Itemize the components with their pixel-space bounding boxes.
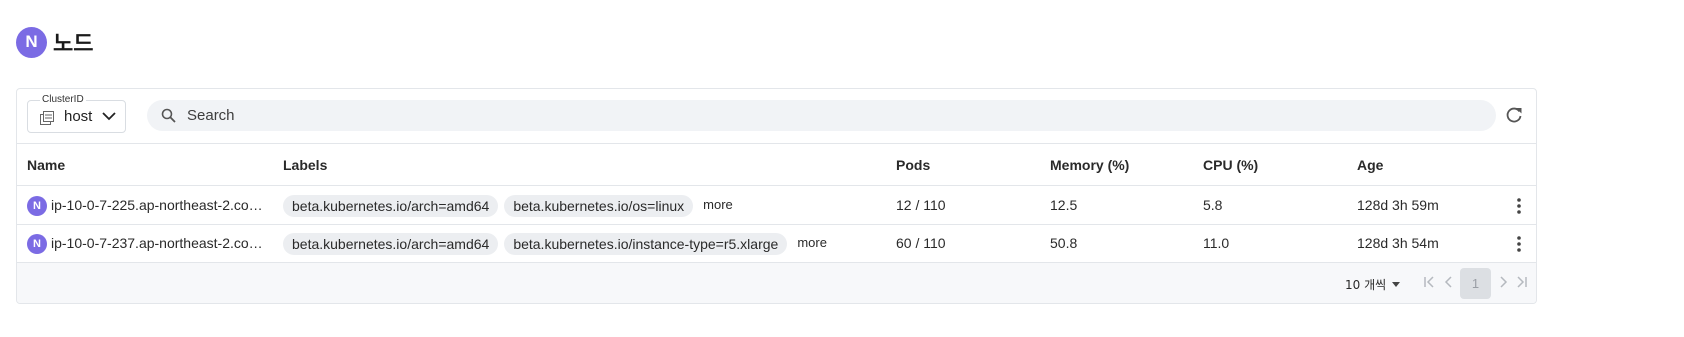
first-page-icon[interactable] bbox=[1423, 275, 1437, 289]
current-page-button[interactable]: 1 bbox=[1460, 268, 1491, 299]
cpu-value: 5.8 bbox=[1203, 197, 1223, 213]
search-icon bbox=[161, 108, 176, 123]
page-header: N 노드 bbox=[16, 26, 93, 58]
column-name[interactable]: Name bbox=[27, 157, 65, 173]
table-row[interactable]: N ip-10-0-7-225.ap-northeast-2.compute.i… bbox=[17, 187, 1536, 225]
age-value: 128d 3h 59m bbox=[1357, 197, 1439, 213]
column-age[interactable]: Age bbox=[1357, 157, 1383, 173]
cpu-value: 11.0 bbox=[1203, 235, 1230, 251]
refresh-icon[interactable] bbox=[1504, 105, 1524, 125]
chevron-down-icon bbox=[102, 112, 116, 121]
search-box bbox=[147, 100, 1496, 131]
column-pods[interactable]: Pods bbox=[896, 157, 930, 173]
column-labels[interactable]: Labels bbox=[283, 157, 327, 173]
more-vert-icon[interactable] bbox=[1511, 196, 1527, 216]
last-page-icon[interactable] bbox=[1514, 275, 1528, 289]
label-chip: beta.kubernetes.io/os=linux bbox=[504, 195, 694, 217]
rows-per-page-select[interactable]: 10 개씩 bbox=[1345, 276, 1401, 293]
pagination-bar: 10 개씩 1 bbox=[17, 263, 1536, 303]
column-memory[interactable]: Memory (%) bbox=[1050, 157, 1129, 173]
label-chip: beta.kubernetes.io/instance-type=r5.xlar… bbox=[504, 233, 788, 255]
node-avatar: N bbox=[27, 234, 47, 254]
pods-value: 60 / 110 bbox=[896, 235, 946, 251]
table-header: Name Labels Pods Memory (%) CPU (%) Age bbox=[17, 145, 1536, 186]
chevron-left-icon[interactable] bbox=[1442, 275, 1456, 289]
node-labels: beta.kubernetes.io/arch=amd64 beta.kuber… bbox=[283, 195, 733, 217]
labels-more-link[interactable]: more bbox=[797, 235, 827, 250]
page-title: 노드 bbox=[53, 32, 94, 57]
memory-value: 50.8 bbox=[1050, 235, 1078, 251]
cluster-select[interactable]: ClusterID host bbox=[27, 94, 126, 133]
label-chip: beta.kubernetes.io/arch=amd64 bbox=[283, 195, 499, 217]
node-name-link[interactable]: ip-10-0-7-237.ap-northeast-2.compute.int… bbox=[51, 235, 266, 251]
page-avatar: N bbox=[16, 26, 47, 58]
labels-more-link[interactable]: more bbox=[703, 197, 733, 212]
age-value: 128d 3h 54m bbox=[1357, 235, 1439, 251]
nodes-panel: ClusterID host Name Labels bbox=[16, 88, 1537, 304]
rows-per-page-label: 10 개씩 bbox=[1345, 278, 1387, 292]
more-vert-icon[interactable] bbox=[1511, 234, 1527, 254]
toolbar: ClusterID host bbox=[17, 89, 1536, 144]
cluster-select-legend: ClusterID bbox=[40, 94, 86, 106]
column-cpu[interactable]: CPU (%) bbox=[1203, 157, 1258, 173]
node-labels: beta.kubernetes.io/arch=amd64 beta.kuber… bbox=[283, 233, 827, 255]
pods-value: 12 / 110 bbox=[896, 197, 946, 213]
table-row[interactable]: N ip-10-0-7-237.ap-northeast-2.compute.i… bbox=[17, 225, 1536, 263]
node-avatar: N bbox=[27, 196, 47, 216]
chevron-right-icon[interactable] bbox=[1496, 275, 1510, 289]
label-chip: beta.kubernetes.io/arch=amd64 bbox=[283, 233, 499, 255]
cluster-icon bbox=[40, 111, 54, 125]
node-name-link[interactable]: ip-10-0-7-225.ap-northeast-2.compute.int… bbox=[51, 197, 266, 213]
search-input[interactable] bbox=[187, 100, 1477, 131]
memory-value: 12.5 bbox=[1050, 197, 1078, 213]
caret-down-icon bbox=[1392, 282, 1401, 287]
cluster-select-value: host bbox=[64, 108, 93, 125]
